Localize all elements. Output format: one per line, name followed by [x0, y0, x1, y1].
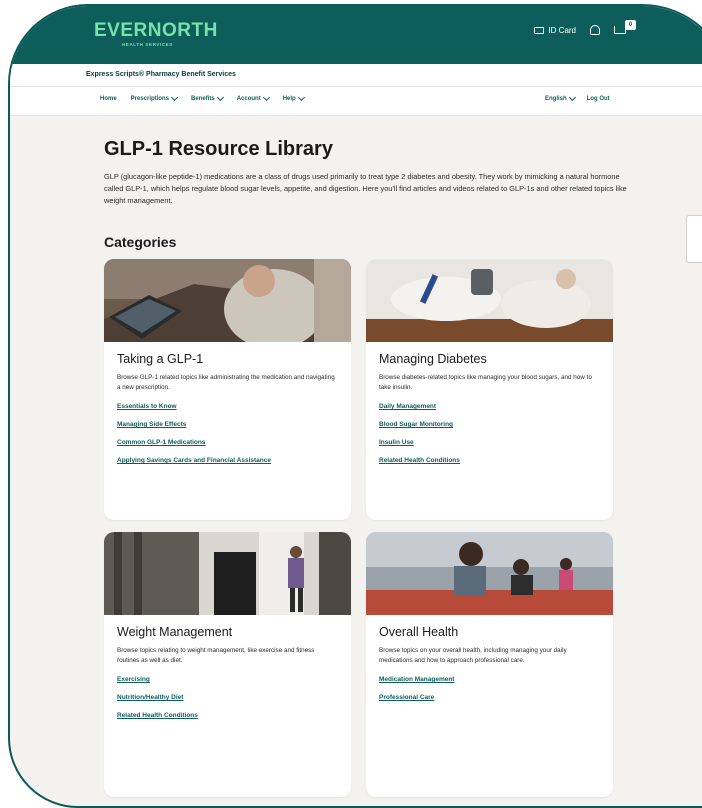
browser-frame: EVERNORTH HEALTH SERVICES ID Card 0 Expr… [8, 4, 702, 808]
link-medication-management[interactable]: Medication Management [379, 676, 600, 683]
page-title: GLP-1 Resource Library [104, 138, 333, 160]
photo-illustration [366, 259, 613, 342]
id-card-button[interactable]: ID Card [534, 26, 576, 35]
link-insulin-use[interactable]: Insulin Use [379, 439, 600, 446]
chevron-down-icon [262, 93, 270, 102]
category-card-weight-management: Weight Management Browse topics relating… [104, 532, 351, 797]
link-related-health-conditions[interactable]: Related Health Conditions [379, 457, 600, 464]
link-nutrition-healthy-diet[interactable]: Nutrition/Healthy Diet [117, 694, 338, 701]
chevron-down-icon [170, 93, 179, 102]
chevron-down-icon [568, 93, 576, 102]
card-title: Taking a GLP-1 [117, 352, 204, 366]
card-description: Browse topics relating to weight managem… [117, 647, 315, 664]
nav-account[interactable]: Account [236, 93, 270, 102]
card-description: Browse diabetes-related topics like mana… [379, 374, 592, 391]
card-title: Weight Management [117, 625, 233, 639]
card-title: Overall Health [379, 625, 459, 639]
link-exercising[interactable]: Exercising [117, 676, 338, 683]
card-image-person-walking [104, 532, 351, 615]
card-description: Browse topics on your overall health, in… [379, 647, 567, 664]
nav-home-label: Home [100, 96, 117, 102]
photo-illustration [104, 259, 351, 342]
link-essentials-to-know[interactable]: Essentials to Know [117, 403, 338, 410]
category-card-taking-glp1: Taking a GLP-1 Browse GLP-1 related topi… [104, 259, 351, 520]
nav-help[interactable]: Help [282, 93, 305, 102]
logo-subtitle: HEALTH SERVICES [122, 42, 173, 47]
language-label: English [545, 96, 567, 102]
subheader-title: Express Scripts® Pharmacy Benefit Servic… [86, 71, 236, 78]
link-professional-care[interactable]: Professional Care [379, 694, 600, 701]
sub-header: Express Scripts® Pharmacy Benefit Servic… [10, 64, 702, 87]
notification-bell-icon[interactable] [590, 25, 600, 35]
evernorth-logo[interactable]: EVERNORTH [94, 20, 218, 42]
link-blood-sugar-monitoring[interactable]: Blood Sugar Monitoring [379, 421, 600, 428]
category-card-overall-health: Overall Health Browse topics on your ove… [366, 532, 613, 797]
link-related-health-conditions[interactable]: Related Health Conditions [117, 712, 338, 719]
id-card-icon [534, 26, 545, 34]
nav-account-label: Account [236, 96, 261, 102]
cart-count-badge: 0 [625, 20, 636, 30]
card-image-person-with-tablet [104, 259, 351, 342]
categories-heading: Categories [104, 234, 177, 250]
nav-benefits[interactable]: Benefits [191, 93, 224, 102]
link-savings-cards[interactable]: Applying Savings Cards and Financial Ass… [117, 457, 338, 464]
nav-prescriptions[interactable]: Prescriptions [130, 93, 179, 102]
main-nav: Home Prescriptions Benefits Account Help… [10, 87, 702, 116]
nav-utility: English Log Out [545, 93, 610, 102]
link-managing-side-effects[interactable]: Managing Side Effects [117, 421, 338, 428]
card-image-people-exercising [366, 532, 613, 615]
photo-illustration [366, 532, 613, 615]
nav-help-label: Help [282, 96, 296, 102]
link-common-glp1-medications[interactable]: Common GLP-1 Medications [117, 439, 338, 446]
nav-prescriptions-label: Prescriptions [130, 96, 170, 102]
card-description: Browse GLP-1 related topics like adminis… [117, 374, 335, 391]
top-bar: EVERNORTH HEALTH SERVICES ID Card 0 [10, 6, 702, 64]
category-card-managing-diabetes: Managing Diabetes Browse diabetes-relate… [366, 259, 613, 520]
intro-text: GLP (glucagon-like peptide-1) medication… [104, 172, 627, 205]
nav-menu: Home Prescriptions Benefits Account Help [100, 93, 305, 102]
card-title: Managing Diabetes [379, 352, 487, 366]
logout-label: Log Out [586, 96, 610, 102]
language-selector[interactable]: English [545, 93, 576, 102]
link-daily-management[interactable]: Daily Management [379, 403, 600, 410]
feedback-side-tab[interactable] [686, 215, 702, 263]
cart-button[interactable]: 0 [614, 20, 636, 36]
chevron-down-icon [216, 93, 224, 102]
nav-home[interactable]: Home [100, 96, 117, 102]
logout-link[interactable]: Log Out [587, 96, 610, 102]
nav-benefits-label: Benefits [191, 96, 215, 102]
top-actions: ID Card 0 [534, 20, 636, 36]
chevron-down-icon [297, 93, 305, 102]
photo-illustration [104, 532, 351, 615]
id-card-label: ID Card [548, 25, 576, 35]
card-image-glucose-test [366, 259, 613, 342]
